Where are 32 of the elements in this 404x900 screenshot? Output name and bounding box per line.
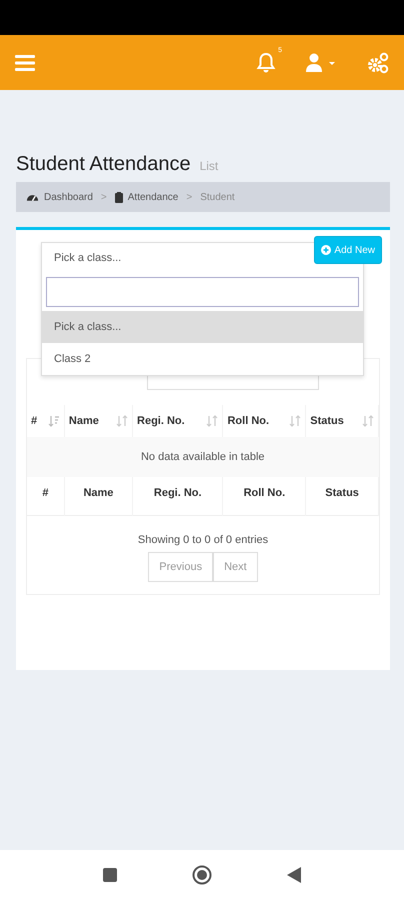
- sort-ascending-icon: [48, 415, 60, 427]
- sort-icon: [206, 415, 218, 427]
- bell-icon[interactable]: [256, 52, 276, 74]
- breadcrumb-link[interactable]: Dashboard: [44, 192, 93, 202]
- sort-icon: [116, 415, 128, 427]
- page-subtitle: List: [200, 159, 218, 173]
- breadcrumb-link[interactable]: Attendance: [128, 192, 178, 202]
- column-footer: Name: [64, 477, 133, 516]
- column-footer: #: [27, 477, 64, 516]
- column-footer: Regi. No.: [132, 477, 223, 516]
- recents-icon[interactable]: [103, 868, 117, 882]
- breadcrumb-separator: >: [186, 192, 192, 202]
- dropdown-option[interactable]: Class 2: [42, 343, 363, 375]
- gears-icon[interactable]: [366, 52, 390, 74]
- plus-circle-icon: [321, 245, 332, 255]
- dropdown-option[interactable]: Pick a class...: [42, 311, 363, 343]
- sort-icon: [289, 415, 302, 427]
- page-title: Student Attendance: [16, 153, 191, 176]
- home-icon[interactable]: [192, 865, 212, 885]
- sort-icon: [362, 415, 374, 427]
- menu-icon[interactable]: [15, 54, 35, 70]
- breadcrumb-separator: >: [100, 192, 107, 202]
- empty-table-message: No data available in table: [27, 437, 378, 477]
- select-value[interactable]: Pick a class...: [42, 243, 134, 273]
- entries-info: Showing 0 to 0 of 0 entries: [136, 534, 270, 546]
- dropdown-search-field[interactable]: [46, 277, 359, 307]
- user-icon[interactable]: [304, 52, 338, 72]
- clipboard-icon: [114, 192, 123, 202]
- column-footer: Status: [306, 477, 378, 516]
- dashboard-icon: [26, 192, 39, 202]
- back-icon[interactable]: [287, 867, 301, 883]
- column-footer: Roll No.: [222, 477, 306, 516]
